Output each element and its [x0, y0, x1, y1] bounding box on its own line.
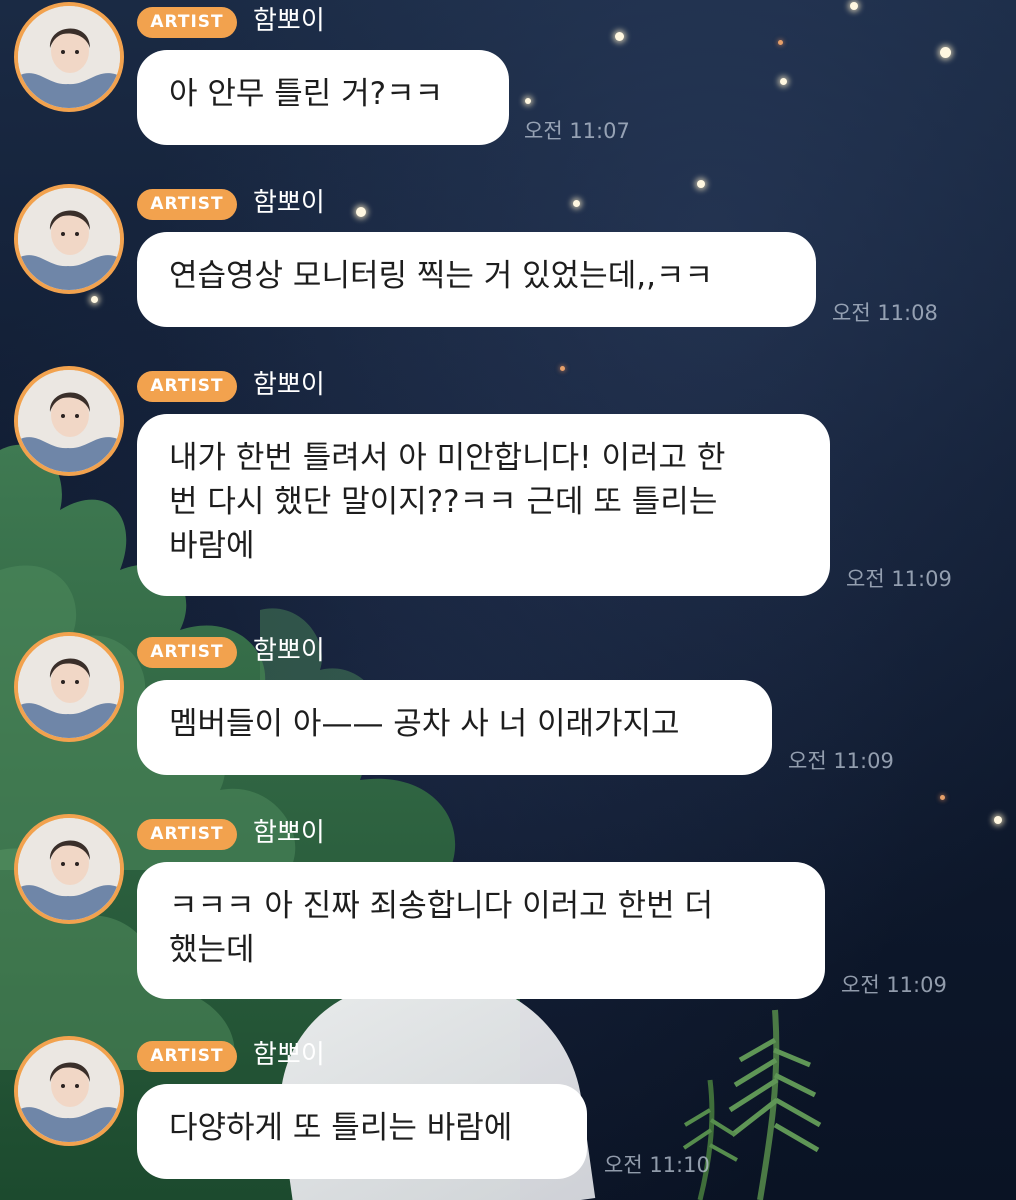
sender-name: 함뽀이	[253, 188, 325, 218]
background-star	[940, 795, 945, 800]
artist-avatar-icon[interactable]	[14, 632, 124, 742]
artist-badge: ARTIST	[137, 819, 237, 850]
artist-badge: ARTIST	[137, 1041, 237, 1072]
artist-avatar-icon[interactable]	[14, 366, 124, 476]
sender-name: 함뽀이	[253, 370, 325, 400]
message-timestamp: 오전 11:10	[604, 1153, 710, 1177]
chat-message: ARTIST 함뽀이 내가 한번 틀려서 아 미안합니다! 이러고 한 번 다시…	[0, 364, 1016, 596]
message-bubble[interactable]: ㅋㅋㅋ 아 진짜 죄송합니다 이러고 한번 더 했는데	[137, 862, 825, 999]
chat-message: ARTIST 함뽀이 연습영상 모니터링 찍는 거 있었는데,,ㅋㅋ 오전 11…	[0, 182, 1016, 327]
artist-avatar-icon[interactable]	[14, 1036, 124, 1146]
chat-message: ARTIST 함뽀이 아 안무 틀린 거?ㅋㅋ 오전 11:07	[0, 0, 1016, 145]
chat-message: ARTIST 함뽀이 멤버들이 아—— 공차 사 너 이래가지고 오전 11:0…	[0, 630, 1016, 775]
message-bubble[interactable]: 내가 한번 틀려서 아 미안합니다! 이러고 한 번 다시 했단 말이지??ㅋㅋ…	[137, 414, 830, 596]
sender-name: 함뽀이	[253, 6, 325, 36]
message-bubble[interactable]: 다양하게 또 틀리는 바람에	[137, 1084, 587, 1179]
message-timestamp: 오전 11:08	[832, 301, 938, 325]
chat-message: ARTIST 함뽀이 다양하게 또 틀리는 바람에 오전 11:10	[0, 1034, 1016, 1184]
artist-badge: ARTIST	[137, 189, 237, 220]
artist-avatar-icon[interactable]	[14, 814, 124, 924]
chat-message: ARTIST 함뽀이 ㅋㅋㅋ 아 진짜 죄송합니다 이러고 한번 더 했는데 오…	[0, 812, 1016, 1000]
artist-badge: ARTIST	[137, 7, 237, 38]
message-bubble[interactable]: 아 안무 틀린 거?ㅋㅋ	[137, 50, 509, 145]
sender-name: 함뽀이	[253, 1040, 325, 1070]
chat-background	[0, 0, 1016, 1200]
sender-name: 함뽀이	[253, 636, 325, 666]
artist-badge: ARTIST	[137, 371, 237, 402]
message-bubble[interactable]: 멤버들이 아—— 공차 사 너 이래가지고	[137, 680, 772, 775]
sender-name: 함뽀이	[253, 818, 325, 848]
message-timestamp: 오전 11:09	[841, 973, 947, 997]
message-timestamp: 오전 11:07	[524, 119, 630, 143]
artist-avatar-icon[interactable]	[14, 184, 124, 294]
message-timestamp: 오전 11:09	[846, 567, 952, 591]
message-timestamp: 오전 11:09	[788, 749, 894, 773]
artist-badge: ARTIST	[137, 637, 237, 668]
artist-avatar-icon[interactable]	[14, 2, 124, 112]
message-bubble[interactable]: 연습영상 모니터링 찍는 거 있었는데,,ㅋㅋ	[137, 232, 816, 327]
